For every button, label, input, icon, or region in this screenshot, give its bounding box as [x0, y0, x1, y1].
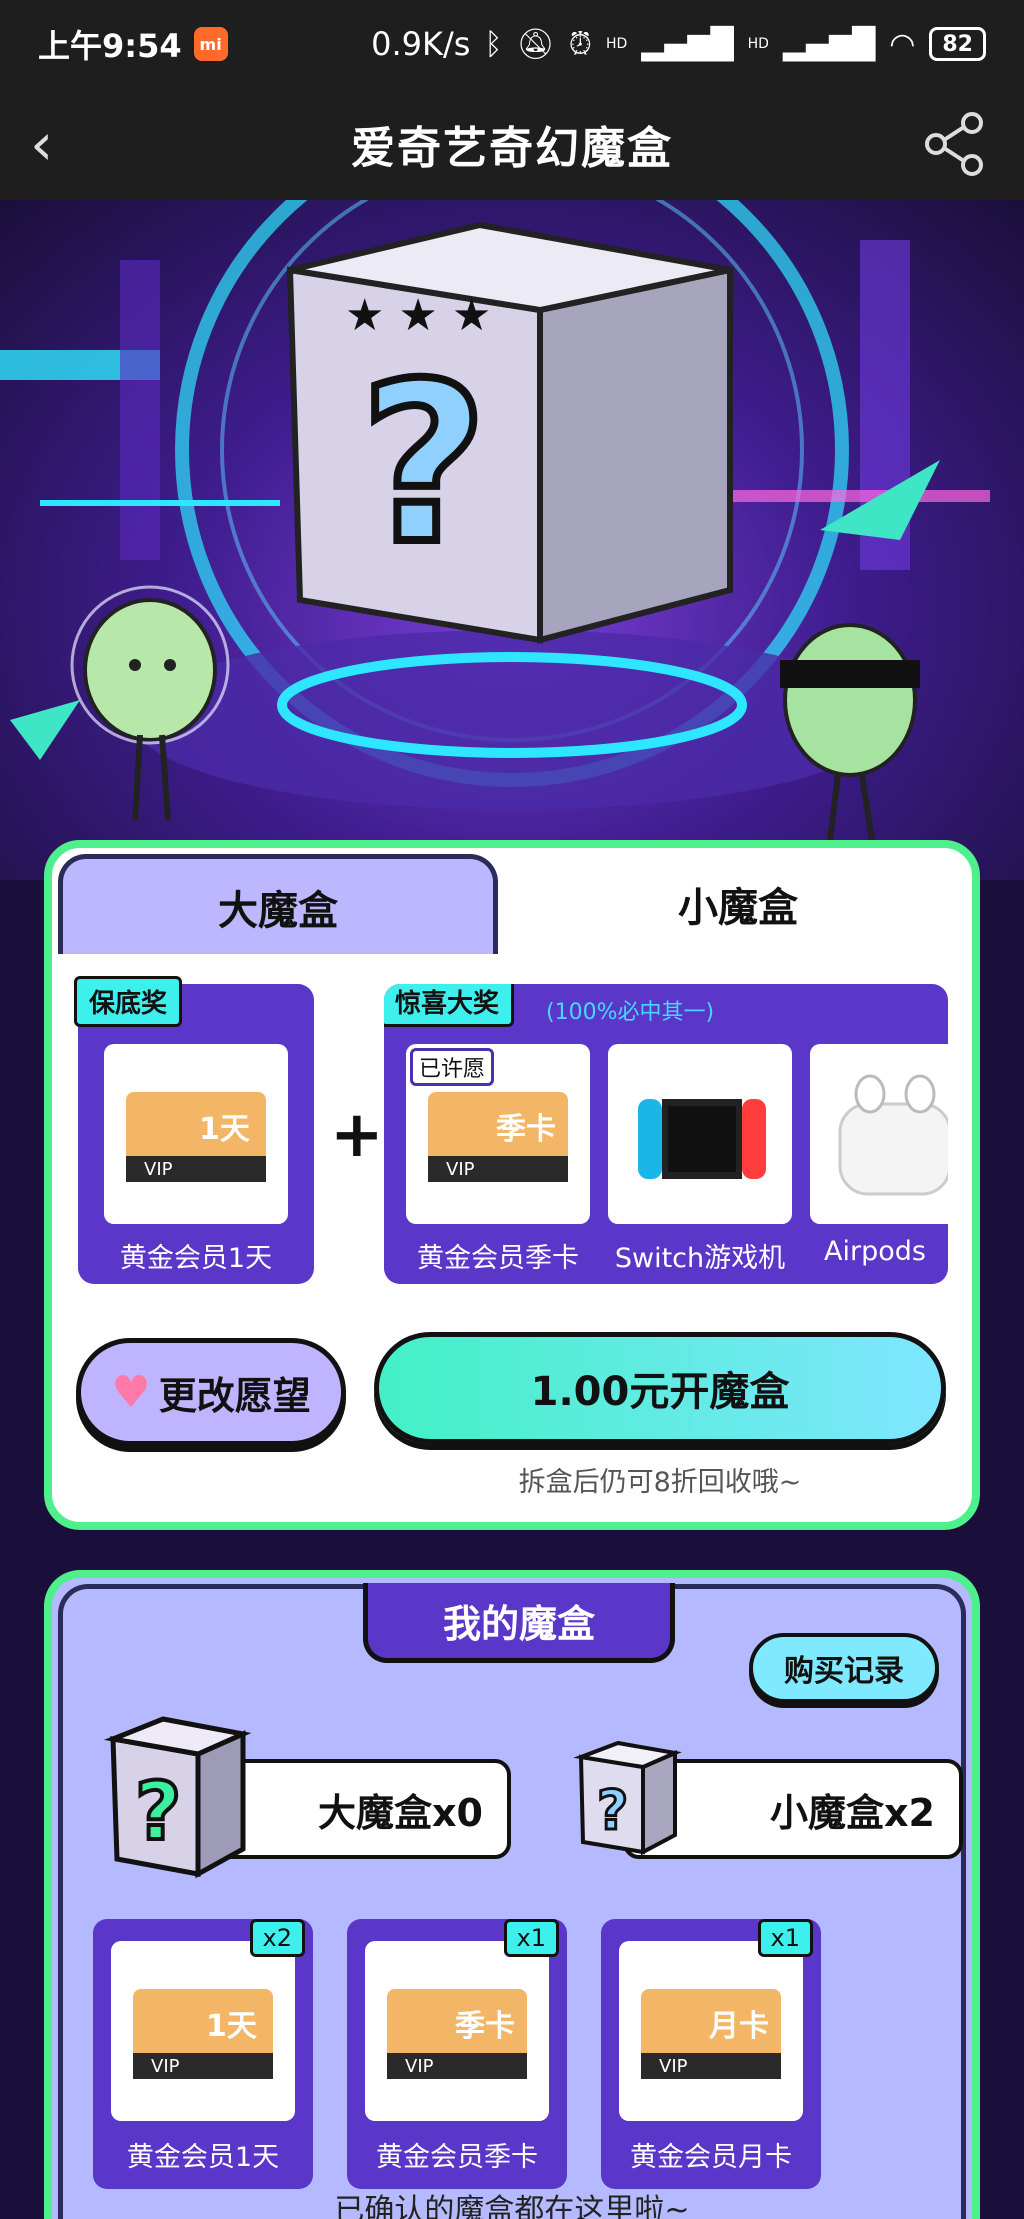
vip-card-icon: VIP 季卡: [387, 1989, 527, 2079]
network-speed: 0.9K/s: [371, 25, 471, 63]
big-box-icon: ?: [103, 1716, 252, 1879]
owned-thumb: VIP 1天: [111, 1941, 295, 2121]
owned-thumb: VIP 季卡: [365, 1941, 549, 2121]
box-tabs: 大魔盒 小魔盒: [58, 854, 970, 954]
change-wish-button[interactable]: ♥ 更改愿望: [76, 1338, 346, 1446]
change-wish-label: 更改愿望: [158, 1373, 311, 1418]
mi-app-icon: mi: [193, 27, 228, 61]
status-icons: 0.9K/s ᛒ 🔕︎ ⏰︎ HD ▂▄▆█ HD ▂▄▆█ ◠ 82: [371, 25, 986, 63]
guaranteed-prize-block: 保底奖 VIP 1天 黄金会员1天: [74, 976, 314, 1284]
owned-label: 黄金会员季卡: [376, 2142, 538, 2173]
hero-banner: ? ★ ★ ★: [0, 200, 1024, 880]
plus-icon: +: [330, 1098, 384, 1172]
page-title: 爱奇艺奇幻魔盒: [351, 123, 673, 174]
surprise-prize-block: 惊喜大奖 (100%必中其一) 已许愿 VIP 季卡 黄金会员季卡 Switch…: [384, 984, 948, 1284]
share-icon[interactable]: [920, 109, 990, 179]
vip-card-text: 1天: [199, 1112, 250, 1147]
prize-card-switch[interactable]: [608, 1044, 792, 1224]
tab-big-box[interactable]: 大魔盒: [58, 854, 498, 954]
recycle-note: 拆盒后仍可8折回收哦~: [518, 1467, 802, 1498]
svg-text:VIP: VIP: [446, 1159, 475, 1180]
owned-qty: x1: [757, 1919, 813, 1957]
prize-label-airpods: Airpods: [824, 1236, 926, 1267]
svg-text:?: ?: [597, 1779, 628, 1842]
vip-card-icon: VIP 1天: [133, 1989, 273, 2079]
alarm-icon: ⏰︎: [568, 26, 592, 62]
signal-1-label: HD: [605, 36, 628, 52]
wished-badge: 已许愿: [410, 1048, 495, 1086]
vip-card-text: 月卡: [709, 2009, 769, 2044]
signal-2-label: HD: [747, 36, 769, 52]
guaranteed-tag: 保底奖: [74, 976, 183, 1027]
my-box-bottom-note: 已确认的魔盒都在这里啦~: [334, 2193, 690, 2219]
status-bar: 上午9:54 mi 0.9K/s ᛒ 🔕︎ ⏰︎ HD ▂▄▆█ HD ▂▄▆█…: [0, 0, 1024, 88]
prize-label-vip-1day: 黄金会员1天: [119, 1243, 273, 1274]
owned-label: 黄金会员月卡: [630, 2142, 792, 2173]
prize-card-vip-1day[interactable]: VIP 1天: [104, 1044, 288, 1224]
magic-box-illustration: ? ★ ★ ★: [0, 200, 990, 841]
prize-label-switch: Switch游戏机: [614, 1243, 786, 1274]
bluetooth-icon: ᛒ: [484, 26, 503, 62]
svg-text:?: ?: [360, 336, 488, 592]
svg-text:VIP: VIP: [151, 2056, 180, 2077]
signal-1-icon: ▂▄▆█: [641, 26, 734, 62]
wifi-icon: ◠: [889, 26, 916, 62]
svg-text:VIP: VIP: [405, 2056, 434, 2077]
prize-card-airpods[interactable]: [810, 1044, 948, 1224]
owned-item-vip-1day[interactable]: VIP 1天 x2 黄金会员1天: [93, 1919, 313, 2189]
owned-qty: x1: [503, 1919, 559, 1957]
owned-item-vip-month[interactable]: VIP 月卡 x1 黄金会员月卡: [601, 1919, 821, 2189]
purchase-history-button[interactable]: 购买记录: [749, 1633, 939, 1703]
svg-text:VIP: VIP: [659, 2056, 688, 2077]
small-box-icon: ?: [573, 1740, 682, 1856]
vip-card-text: 季卡: [496, 1112, 556, 1147]
mute-bell-icon: 🔕︎: [516, 26, 555, 62]
back-icon[interactable]: ‹: [30, 110, 53, 178]
svg-text:VIP: VIP: [144, 1159, 173, 1180]
nav-bar: ‹ 爱奇艺奇幻魔盒: [0, 88, 1024, 200]
signal-2-icon: ▂▄▆█: [782, 26, 876, 62]
surprise-note: (100%必中其一): [546, 1000, 715, 1025]
airpods-icon: [838, 1074, 948, 1196]
battery-icon: 82: [929, 27, 986, 61]
svg-text:★ ★ ★: ★ ★ ★: [345, 290, 491, 341]
my-box-panel: 我的魔盒 购买记录 大魔盒x0 ? 小魔盒x2 ? VIP 1天 x2 黄金会员…: [44, 1570, 980, 2219]
surprise-tag: 惊喜大奖: [384, 984, 515, 1027]
open-box-button[interactable]: 1.00元开魔盒: [374, 1332, 946, 1444]
vip-card-text: 1天: [206, 2009, 257, 2044]
owned-label: 黄金会员1天: [126, 2142, 280, 2173]
vip-card-text: 季卡: [455, 2009, 515, 2044]
status-time: 上午9:54: [38, 27, 182, 65]
svg-text:?: ?: [135, 1765, 181, 1858]
vip-card-icon: VIP 月卡: [641, 1989, 781, 2079]
owned-thumb: VIP 月卡: [619, 1941, 803, 2121]
owned-item-vip-season[interactable]: VIP 季卡 x1 黄金会员季卡: [347, 1919, 567, 2189]
magic-box-card: 大魔盒 小魔盒 保底奖 VIP 1天 黄金会员1天 + 惊喜大奖 (100%必中…: [44, 840, 980, 1530]
switch-console-icon: [638, 1099, 766, 1179]
tab-small-box[interactable]: 小魔盒: [518, 854, 958, 954]
heart-icon: ♥: [111, 1366, 151, 1418]
vip-card-icon: VIP 1天: [126, 1092, 266, 1182]
my-box-inner: 我的魔盒 购买记录 大魔盒x0 ? 小魔盒x2 ? VIP 1天 x2 黄金会员…: [58, 1583, 966, 2219]
prize-card-vip-season[interactable]: 已许愿 VIP 季卡: [406, 1044, 590, 1224]
owned-qty: x2: [249, 1919, 305, 1957]
my-box-title: 我的魔盒: [363, 1583, 675, 1663]
prize-label-vip-season: 黄金会员季卡: [417, 1243, 579, 1274]
